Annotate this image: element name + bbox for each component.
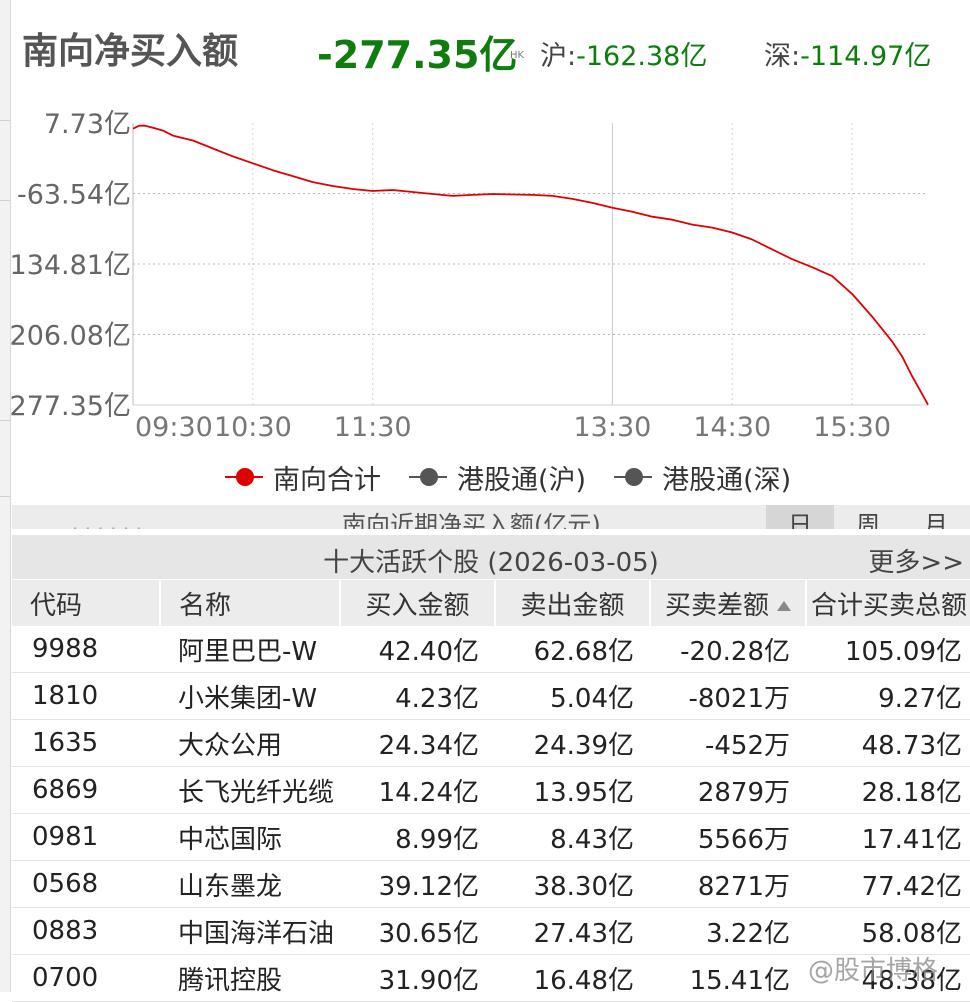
- column-header-name[interactable]: 名称: [160, 580, 341, 626]
- column-header-diff[interactable]: 买卖差额: [650, 580, 807, 626]
- stock-code: 1810: [12, 672, 160, 720]
- sell-amount: 5.04亿: [495, 672, 650, 720]
- net-difference: -20.28亿: [650, 626, 806, 673]
- buy-amount: 31.90亿: [340, 954, 495, 1002]
- period-tab-2[interactable]: 月: [902, 505, 970, 529]
- sell-amount: 27.43亿: [495, 907, 650, 955]
- table-row[interactable]: 1635 大众公用 24.34亿 24.39亿 -452万 48.73亿: [12, 719, 970, 767]
- stock-code: 1635: [12, 719, 160, 767]
- watermark: @股市博格: [808, 956, 939, 986]
- stock-name: 中国海洋石油: [160, 907, 340, 955]
- net-difference: 15.41亿: [650, 954, 806, 1002]
- total-turnover: 77.42亿: [806, 860, 970, 908]
- x-tick-label: 13:30: [573, 412, 651, 443]
- stock-code: 0700: [12, 954, 160, 1002]
- stock-name: 阿里巴巴-W: [160, 626, 340, 673]
- x-tick-label: 15:30: [813, 412, 891, 443]
- sell-amount: 16.48亿: [495, 954, 650, 1002]
- table-row[interactable]: 0883 中国海洋石油 30.65亿 27.43亿 3.22亿 58.08亿: [12, 907, 970, 955]
- legend-marker-icon: [409, 467, 447, 487]
- table-row[interactable]: 9988 阿里巴巴-W 42.40亿 62.68亿 -20.28亿 105.09亿: [12, 626, 970, 673]
- buy-amount: 42.40亿: [340, 626, 495, 673]
- active-stocks-table: 代码 名称 买入金额 卖出金额 买卖差额 合计买卖总额 9988 阿里巴巴-W 42…: [12, 580, 970, 1002]
- legend-item-1[interactable]: 港股通(沪): [409, 458, 586, 497]
- column-header-diff-label: 买卖差额: [664, 590, 769, 621]
- legend-marker-icon: [225, 467, 263, 487]
- buy-amount: 4.23亿: [340, 672, 495, 720]
- y-tick-label: -63.54亿: [17, 180, 131, 211]
- recent-net-buy-title: 南向近期净买入额(亿元): [342, 511, 601, 529]
- legend-label: 港股通(深): [662, 464, 792, 496]
- table-row[interactable]: 0981 中芯国际 8.99亿 8.43亿 5566万 17.41亿: [12, 813, 970, 861]
- period-tabs: 日周月: [766, 505, 970, 529]
- stock-name: 长飞光纤光缆: [160, 766, 340, 814]
- total-turnover: 9.27亿: [806, 672, 970, 720]
- buy-amount: 14.24亿: [340, 766, 495, 814]
- recent-net-buy-bar: · · · · · · 南向近期净买入额(亿元) 日周月: [12, 505, 970, 529]
- y-tick-label: 277.35亿: [10, 391, 131, 422]
- table-row[interactable]: 0568 山东墨龙 39.12亿 38.30亿 8271万 77.42亿: [12, 860, 970, 908]
- period-tab-1[interactable]: 周: [834, 505, 902, 529]
- stock-name: 山东墨龙: [160, 860, 340, 908]
- y-tick-label: 206.08亿: [10, 321, 131, 352]
- legend-item-2[interactable]: 港股通(深): [614, 458, 791, 497]
- series-line-0: [132, 124, 929, 406]
- buy-amount: 30.65亿: [340, 907, 495, 955]
- stock-code: 0883: [12, 907, 160, 955]
- y-tick-label: 7.73亿: [44, 109, 131, 140]
- y-tick-label: 134.81亿: [10, 250, 131, 281]
- column-header-buy[interactable]: 买入金额: [340, 580, 496, 626]
- column-header-sell[interactable]: 卖出金额: [495, 580, 651, 626]
- sort-ascending-icon: [777, 601, 791, 611]
- total-turnover: 48.73亿: [806, 719, 970, 767]
- stock-code: 6869: [12, 766, 160, 814]
- total-turnover: 17.41亿: [806, 813, 970, 861]
- total-turnover: 58.08亿: [806, 907, 970, 955]
- sell-amount: 38.30亿: [495, 860, 650, 908]
- table-header-row: 代码 名称 买入金额 卖出金额 买卖差额 合计买卖总额: [12, 580, 970, 626]
- stock-name: 腾讯控股: [160, 954, 340, 1002]
- x-tick-label: 10:30: [214, 412, 292, 443]
- net-buy-line-chart[interactable]: 7.73亿 -63.54亿 134.81亿 206.08亿 277.35亿09:30 10…: [0, 0, 970, 455]
- buy-amount: 24.34亿: [340, 719, 495, 767]
- x-tick-label: 09:30: [135, 412, 213, 443]
- stock-name: 中芯国际: [160, 813, 340, 861]
- sell-amount: 13.95亿: [495, 766, 650, 814]
- table-body: 9988 阿里巴巴-W 42.40亿 62.68亿 -20.28亿 105.09亿 1810…: [12, 626, 970, 1002]
- active-stocks-title: 十大活跃个股 (2026-03-05): [323, 548, 659, 578]
- stock-code: 0568: [12, 860, 160, 908]
- net-difference: -8021万: [650, 672, 806, 720]
- stock-name: 大众公用: [160, 719, 340, 767]
- period-tab-0[interactable]: 日: [766, 505, 834, 529]
- legend-marker-icon: [614, 467, 653, 487]
- sell-amount: 62.68亿: [495, 626, 650, 673]
- table-row[interactable]: 6869 长飞光纤光缆 14.24亿 13.95亿 2879万 28.18亿: [12, 766, 970, 814]
- scrolled-content-ghost: · · · · · ·: [72, 517, 142, 529]
- active-stocks-section-header: 十大活跃个股 (2026-03-05) 更多>>: [12, 535, 970, 579]
- total-turnover: 28.18亿: [806, 766, 970, 814]
- stock-code: 9988: [12, 626, 160, 673]
- more-link[interactable]: 更多>>: [868, 542, 964, 579]
- net-difference: -452万: [650, 719, 806, 767]
- x-tick-label: 14:30: [693, 412, 771, 443]
- stock-code: 0981: [12, 813, 160, 861]
- net-difference: 2879万: [650, 766, 806, 814]
- column-header-code[interactable]: 代码: [12, 580, 161, 626]
- table-row[interactable]: 1810 小米集团-W 4.23亿 5.04亿 -8021万 9.27亿: [12, 672, 970, 720]
- legend-label: 南向合计: [273, 464, 381, 496]
- net-difference: 3.22亿: [650, 907, 806, 955]
- x-tick-label: 11:30: [334, 412, 412, 443]
- legend-label: 港股通(沪): [457, 464, 587, 496]
- sell-amount: 24.39亿: [495, 719, 650, 767]
- chart-legend: 南向合计 港股通(沪) 港股通(深): [225, 455, 791, 499]
- legend-item-0[interactable]: 南向合计: [225, 458, 381, 497]
- column-header-total[interactable]: 合计买卖总额: [806, 580, 970, 626]
- net-difference: 5566万: [650, 813, 806, 861]
- buy-amount: 8.99亿: [340, 813, 495, 861]
- stock-name: 小米集团-W: [160, 672, 340, 720]
- total-turnover: 105.09亿: [806, 626, 970, 673]
- buy-amount: 39.12亿: [340, 860, 495, 908]
- sell-amount: 8.43亿: [495, 813, 650, 861]
- net-difference: 8271万: [650, 860, 806, 908]
